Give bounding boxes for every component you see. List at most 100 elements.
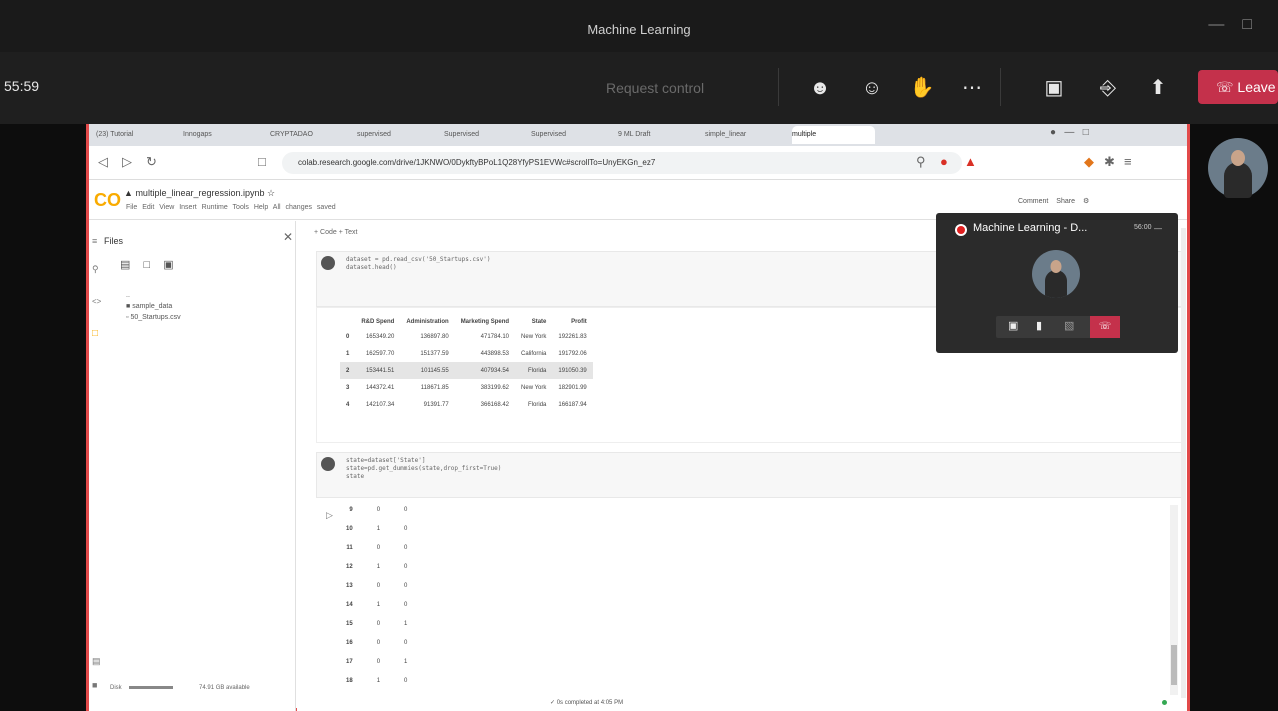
browser-tab[interactable]: (23) Tutorial — [96, 126, 179, 144]
notebook-title[interactable]: ▲ multiple_linear_regression.ipynb ☆ — [124, 188, 275, 199]
settings-icon[interactable]: ⚙ — [1083, 198, 1089, 205]
share-icon[interactable]: ⬆ — [1144, 74, 1172, 102]
extensions-puzzle-icon[interactable]: ✱ — [1104, 154, 1115, 170]
close-icon[interactable]: ✕ — [283, 230, 293, 244]
person-head — [1050, 260, 1062, 273]
camera-off-icon[interactable]: ▣ — [1040, 74, 1068, 102]
more-icon[interactable]: — — [1154, 224, 1162, 233]
run-cell-icon[interactable] — [321, 457, 335, 471]
column-header: Administration — [406, 319, 449, 325]
cell-1-code[interactable]: dataset = pd.read_csv('50_Startups.csv')… — [346, 256, 491, 272]
screen-icon[interactable]: □ — [258, 154, 266, 169]
person-silhouette — [1045, 270, 1067, 298]
tree-item-sample-data[interactable]: ■ sample_data — [126, 301, 181, 312]
page-scrollbar[interactable] — [1181, 228, 1186, 698]
file-icon: ▫ — [126, 314, 129, 321]
table-row: 16 0 0 — [340, 633, 425, 652]
table-cell: 17 — [346, 658, 353, 665]
table-row: 3 144372.41 118671.85 383199.62 New York 1829… — [340, 379, 593, 396]
search-icon[interactable]: ⚲ — [92, 264, 99, 275]
browser-tab[interactable]: simple_linear — [705, 126, 788, 144]
leave-label: Leave — [1237, 79, 1276, 95]
cell-2-code[interactable]: state=dataset['State'] state=pd.get_dumm… — [346, 457, 501, 481]
scrollbar-thumb[interactable] — [1171, 645, 1177, 685]
code-icon[interactable]: <> — [92, 297, 101, 306]
url-input[interactable]: colab.research.google.com/drive/1JKNWO/0… — [282, 152, 962, 174]
table-cell: 1 — [404, 620, 408, 627]
camera-off-icon[interactable]: ▣ — [1008, 319, 1018, 332]
browser-tab[interactable]: supervised — [357, 126, 440, 144]
leave-button[interactable]: ☏ Leave — [1198, 70, 1278, 104]
back-icon[interactable]: ◁ — [98, 154, 108, 170]
tree-item-parent[interactable]: .. — [126, 290, 181, 301]
mini-window-title: Machine Learning - D... — [973, 222, 1088, 234]
browser-tab[interactable]: CRYPTADAO — [270, 126, 353, 144]
table-row: 12 1 0 — [340, 557, 425, 576]
window-controls[interactable]: —□ — [1208, 16, 1270, 34]
window-controls[interactable]: ● — □ — [1050, 127, 1089, 138]
people-icon[interactable]: ☻ — [806, 74, 834, 102]
add-cell-buttons[interactable]: + Code + Text — [314, 229, 357, 236]
table-row: 4 142107.34 91391.77 366168.42 Florida 166187… — [340, 396, 593, 413]
table-cell: 14 — [346, 601, 353, 608]
folder-icon[interactable]: □ — [92, 328, 98, 339]
mic-icon[interactable]: ▮ — [1036, 319, 1042, 332]
participant-avatar — [1032, 250, 1080, 298]
header-actions: Comment Share ⚙ — [1018, 197, 1089, 205]
request-control-button[interactable]: Request control — [606, 80, 704, 96]
table-cell: New York — [521, 384, 547, 391]
chat-icon[interactable]: ☺ — [858, 74, 886, 102]
table-cell: 191792.06 — [558, 350, 587, 357]
menu-icon[interactable]: ≡ — [1124, 154, 1132, 169]
mount-drive-icon[interactable]: ▣ — [163, 259, 173, 271]
table-cell: 165349.20 — [365, 333, 395, 340]
browser-tab[interactable]: multiple — [792, 126, 875, 144]
file-tree: .. ■ sample_data ▫ 50_Startups.csv — [126, 290, 181, 323]
search-icon[interactable]: ⚲ — [916, 154, 926, 170]
person-silhouette — [1224, 162, 1252, 198]
hangup-button[interactable]: ☏ — [1090, 316, 1120, 338]
reactions-icon[interactable]: ✋ — [908, 74, 936, 102]
share-icon[interactable]: ▧ — [1064, 319, 1074, 332]
table-row: 18 1 0 — [340, 671, 425, 690]
column-header: State — [531, 319, 547, 325]
table-row: 1 162597.70 151377.59 443898.53 California 19… — [340, 345, 593, 362]
table-cell: 0 — [404, 582, 408, 589]
file-actions[interactable]: ▤ □ ▣ — [120, 258, 174, 271]
output-toggle-icon[interactable]: ▷ — [326, 510, 333, 521]
table-row: 13 0 0 — [340, 576, 425, 595]
browser-tab[interactable]: Innogaps — [183, 126, 266, 144]
forward-icon[interactable]: ▷ — [122, 154, 132, 170]
notebook-menu[interactable]: File Edit View Insert Runtime Tools Help… — [126, 204, 336, 211]
extension-icon[interactable]: ● — [940, 154, 948, 169]
output-scrollbar[interactable] — [1170, 505, 1178, 695]
browser-tab[interactable]: Supervised — [444, 126, 527, 144]
table-cell: 151377.59 — [420, 350, 449, 357]
browser-tab[interactable]: 9 ML Draft — [618, 126, 701, 144]
window-title: Machine Learning — [587, 22, 691, 37]
toc-icon[interactable]: ≡ — [92, 236, 97, 246]
run-cell-icon[interactable] — [321, 256, 335, 270]
extension-icon[interactable]: ▲ — [964, 154, 977, 169]
share-button[interactable]: Share — [1056, 198, 1075, 205]
star-icon[interactable]: ☆ — [267, 188, 275, 198]
metamask-icon[interactable]: ◆ — [1084, 154, 1094, 170]
browser-tab[interactable]: Supervised — [531, 126, 614, 144]
more-icon[interactable]: ⋯ — [958, 74, 986, 102]
terminal-icon[interactable]: ▤ — [92, 656, 101, 667]
comment-button[interactable]: Comment — [1018, 198, 1048, 205]
mic-off-icon[interactable]: ⎆ — [1094, 74, 1122, 102]
mini-window-time: 56:00 — [1134, 224, 1152, 231]
table-cell: 16 — [346, 639, 353, 646]
table-cell: 10 — [346, 525, 353, 532]
upload-icon[interactable]: ▤ — [120, 259, 130, 271]
table-row: 2 153441.51 101145.55 407934.54 Florida 19105… — [340, 362, 593, 379]
table-cell: 407934.54 — [454, 362, 516, 379]
refresh-folder-icon[interactable]: □ — [143, 259, 150, 271]
tree-item-csv[interactable]: ▫ 50_Startups.csv — [126, 312, 181, 323]
reload-icon[interactable]: ↻ — [146, 154, 157, 170]
table-cell: 11 — [346, 544, 353, 551]
table-row: 14 1 0 — [340, 595, 425, 614]
files-sidebar — [89, 221, 296, 711]
table-row: 15 0 1 — [340, 614, 425, 633]
